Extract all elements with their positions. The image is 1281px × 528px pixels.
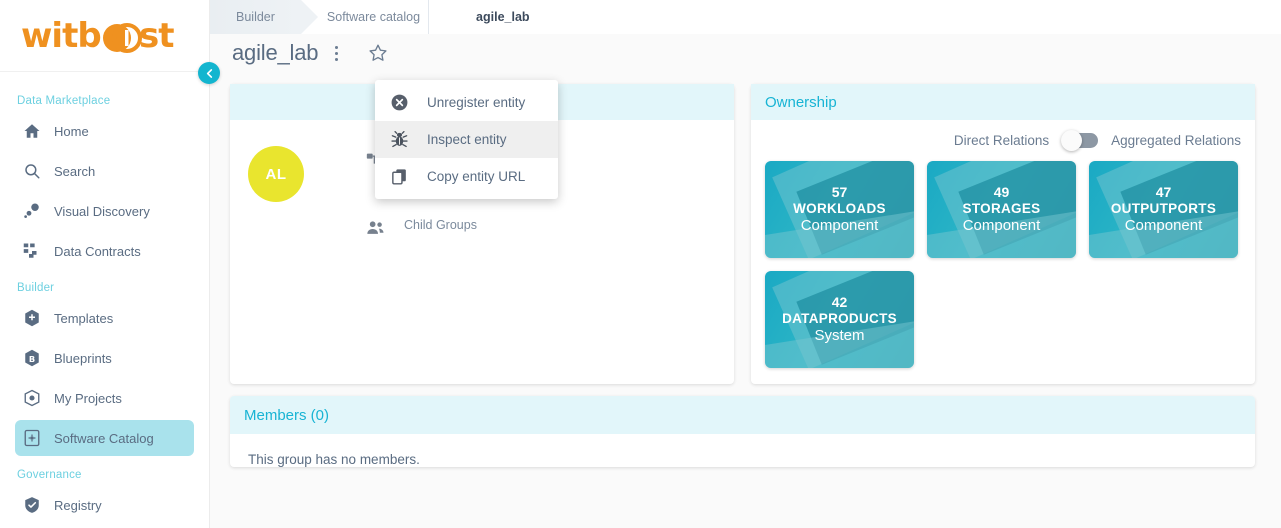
tile-count: 42 (831, 293, 848, 310)
breadcrumb: Builder Software catalog agile_lab (210, 0, 1281, 34)
templates-icon (23, 309, 41, 327)
members-card-title: Members (0) (244, 406, 330, 424)
sidebar-item-my-projects[interactable]: My Projects (15, 380, 194, 416)
sidebar-section-builder: Builder (17, 282, 55, 294)
info-row-child-groups: Child Groups (366, 216, 479, 238)
page-title: agile_lab (232, 40, 319, 65)
people-icon (366, 218, 386, 238)
sidebar-item-label: Visual Discovery (54, 203, 150, 219)
sidebar-section-governance: Governance (17, 469, 82, 481)
members-card-header: Members (0) (230, 396, 1255, 434)
breadcrumb-label: Software catalog (326, 10, 421, 24)
sidebar-item-search[interactable]: Search (15, 153, 194, 189)
witboost-logo-icon: witb st (21, 16, 175, 56)
sidebar-item-label: Home (54, 123, 89, 139)
sidebar-item-software-catalog[interactable]: Software Catalog (15, 420, 194, 456)
relations-toggle[interactable] (1061, 130, 1099, 151)
data-contracts-icon (23, 242, 41, 260)
tile-count: 49 (993, 183, 1010, 200)
tile-count: 57 (831, 183, 848, 200)
ownership-card: Ownership Direct Relations Aggregated Re… (751, 84, 1255, 384)
ownership-tiles: 57 WORKLOADS Component 49 STORAGES Compo… (751, 148, 1255, 368)
bug-icon (390, 130, 409, 149)
svg-text:st: st (139, 16, 174, 56)
members-card: Members (0) This group has no members. (230, 396, 1255, 467)
sidebar-item-registry[interactable]: Registry (15, 487, 194, 523)
page-header: agile_lab (210, 34, 1281, 72)
sidebar-section-data-marketplace: Data Marketplace (17, 95, 111, 107)
software-catalog-icon (23, 429, 41, 447)
menu-item-unregister-entity[interactable]: Unregister entity (375, 84, 558, 121)
tile-count: 47 (1155, 183, 1172, 200)
members-empty-text: This group has no members. (248, 452, 420, 467)
relations-toggle-row: Direct Relations Aggregated Relations (751, 120, 1255, 151)
sidebar-item-blueprints[interactable]: B Blueprints (15, 340, 194, 376)
menu-item-label: Inspect entity (427, 132, 507, 147)
sidebar-item-data-contracts[interactable]: Data Contracts (15, 233, 194, 269)
breadcrumb-item-builder[interactable]: Builder (210, 0, 318, 34)
app-root: witb st Data Marketplace Home Search Vis… (0, 0, 1281, 528)
tile-name: STORAGES (962, 200, 1041, 216)
svg-text:witb: witb (21, 16, 101, 56)
sidebar-item-templates[interactable]: Templates (15, 300, 194, 336)
ownership-tile-storages[interactable]: 49 STORAGES Component (927, 161, 1076, 258)
sidebar-item-label: My Projects (54, 390, 122, 406)
sidebar-item-home[interactable]: Home (15, 113, 194, 149)
sidebar-item-label: Templates (54, 310, 114, 326)
tile-name: WORKLOADS (793, 200, 886, 216)
ownership-tile-workloads[interactable]: 57 WORKLOADS Component (765, 161, 914, 258)
close-circle-icon (390, 93, 409, 112)
toggle-knob (1061, 130, 1083, 151)
entity-context-menu: Unregister entity Inspect entity Copy en… (375, 80, 558, 199)
svg-text:B: B (29, 354, 35, 364)
sidebar-item-label: Blueprints (54, 350, 112, 366)
blueprints-icon: B (23, 349, 41, 367)
info-label: Child Groups (404, 217, 477, 232)
sidebar-item-label: Search (54, 163, 96, 179)
avatar: AL (248, 146, 304, 202)
chevron-left-icon (206, 68, 212, 78)
home-icon (23, 122, 41, 140)
sidebar-item-label: Data Contracts (54, 243, 141, 259)
sidebar-collapse-button[interactable] (198, 62, 220, 84)
menu-item-label: Copy entity URL (427, 169, 526, 184)
breadcrumb-label: agile_lab (476, 10, 530, 24)
shield-check-icon (23, 496, 41, 514)
menu-item-label: Unregister entity (427, 95, 526, 110)
breadcrumb-item-agile-lab: agile_lab (446, 0, 556, 34)
main-area: Builder Software catalog agile_lab agile… (210, 0, 1281, 528)
copy-icon (390, 167, 409, 186)
tile-kind: Component (1124, 217, 1203, 235)
sidebar-nav: Data Marketplace Home Search Visual Disc… (0, 72, 209, 528)
direct-relations-label: Direct Relations (953, 133, 1050, 148)
breadcrumb-label: Builder (236, 10, 275, 24)
aggregated-relations-label: Aggregated Relations (1111, 133, 1241, 148)
my-projects-icon (23, 389, 41, 407)
ownership-tile-dataproducts[interactable]: 42 DATAPRODUCTS System (765, 271, 914, 368)
ownership-card-title: Ownership (765, 93, 837, 111)
tile-name: DATAPRODUCTS (782, 310, 897, 326)
tile-name: OUTPUTPORTS (1110, 200, 1217, 216)
app-logo[interactable]: witb st (0, 0, 209, 72)
tile-kind: System (814, 327, 865, 345)
ownership-tile-outputports[interactable]: 47 OUTPUTPORTS Component (1089, 161, 1238, 258)
favorite-button[interactable] (368, 43, 388, 63)
sidebar-item-visual-discovery[interactable]: Visual Discovery (15, 193, 194, 229)
sidebar-item-label: Software Catalog (54, 430, 154, 446)
tile-kind: Component (800, 217, 879, 235)
breadcrumb-item-software-catalog[interactable]: Software catalog (301, 0, 448, 34)
menu-item-inspect-entity[interactable]: Inspect entity (375, 121, 558, 158)
sidebar-item-label: Registry (54, 497, 102, 513)
menu-item-copy-entity-url[interactable]: Copy entity URL (375, 158, 558, 195)
tile-kind: Component (962, 217, 1041, 235)
content-row: AL N (210, 72, 1281, 384)
search-icon (23, 162, 41, 180)
visual-discovery-icon (23, 202, 41, 220)
ownership-card-header: Ownership (751, 84, 1255, 120)
sidebar: witb st Data Marketplace Home Search Vis… (0, 0, 220, 528)
star-outline-icon (369, 44, 387, 61)
more-vertical-icon[interactable] (328, 43, 344, 63)
